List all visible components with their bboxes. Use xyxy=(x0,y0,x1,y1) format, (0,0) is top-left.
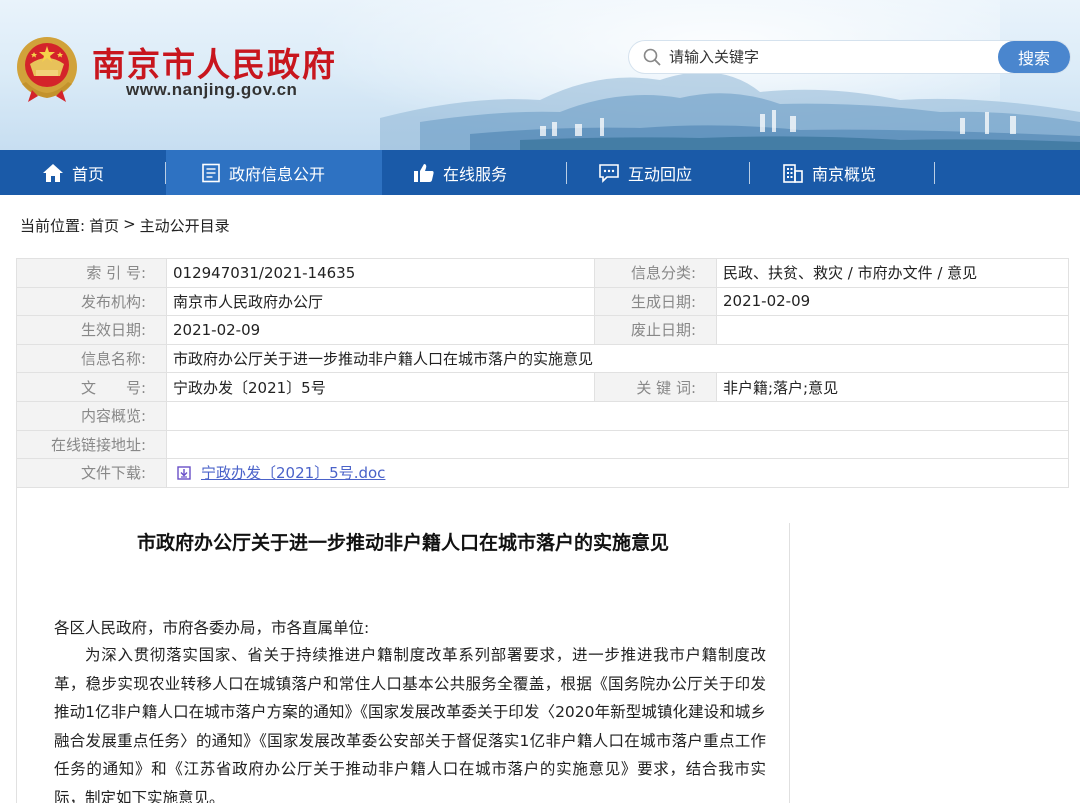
nav-item-interaction[interactable]: 互动回应 xyxy=(598,150,692,195)
nav-item-nanjing-overview[interactable]: 南京概览 xyxy=(782,150,876,195)
search-button[interactable]: 搜索 xyxy=(998,41,1070,73)
effective-date-label: 生效日期: xyxy=(16,315,167,345)
keywords-value: 非户籍;落户;意见 xyxy=(716,372,1069,402)
search-bar: 搜索 xyxy=(629,41,1070,73)
online-link-label: 在线链接地址: xyxy=(16,429,167,460)
category-label: 信息分类: xyxy=(594,258,717,288)
repeal-date-label: 废止日期: xyxy=(594,315,717,345)
home-icon xyxy=(43,163,63,182)
article-salutation: 各区人民政府，市府各委办局，市各直属单位: xyxy=(54,619,370,637)
download-label: 文件下载: xyxy=(16,458,167,488)
index-label: 索 引 号: xyxy=(16,258,167,288)
chat-icon xyxy=(599,163,619,183)
info-row: 信息名称: 市政府办公厅关于进一步推动非户籍人口在城市落户的实施意见 xyxy=(16,343,1069,374)
publisher-label: 发布机构: xyxy=(16,286,167,317)
nav-label-home: 首页 xyxy=(72,164,105,184)
breadcrumb: 当前位置: 首页 > 主动公开目录 xyxy=(20,215,230,236)
breadcrumb-separator: > xyxy=(123,215,136,233)
created-date-value: 2021-02-09 xyxy=(716,286,1069,317)
download-cell: 宁政办发〔2021〕5号.doc xyxy=(166,458,1069,488)
nav-label-online-service: 在线服务 xyxy=(443,164,508,184)
info-row: 内容概览: xyxy=(16,400,1069,431)
category-value: 民政、扶贫、救灾 / 市府办文件 / 意见 xyxy=(716,258,1069,288)
article-paragraph: 为深入贯彻落实国家、省关于持续推进户籍制度改革系列部署要求，进一步推进我市户籍制… xyxy=(54,646,766,803)
info-name-label: 信息名称: xyxy=(16,343,167,374)
document-icon xyxy=(202,163,220,182)
index-value: 012947031/2021-14635 xyxy=(166,258,595,288)
info-row: 文件下载: 宁政办发〔2021〕5号.doc xyxy=(16,458,1069,488)
main-nav: 首页 政府信息公开 在线服务 互动回应 南京概览 xyxy=(0,150,1080,195)
site-header: 南京市人民政府 www.nanjing.gov.cn 搜索 xyxy=(0,0,1080,150)
nav-item-home[interactable]: 首页 xyxy=(42,150,104,195)
breadcrumb-current[interactable]: 主动公开目录 xyxy=(140,215,230,236)
thumbs-up-icon xyxy=(414,163,434,182)
document-info-table: 索 引 号: 012947031/2021-14635 信息分类: 民政、扶贫、… xyxy=(16,258,1069,488)
breadcrumb-prefix: 当前位置: xyxy=(20,217,86,235)
publisher-value: 南京市人民政府办公厅 xyxy=(166,286,595,317)
summary-value xyxy=(166,400,1069,431)
nav-divider xyxy=(749,162,750,184)
download-link[interactable]: 宁政办发〔2021〕5号.doc xyxy=(201,464,385,482)
column-divider xyxy=(789,523,790,803)
nav-divider xyxy=(934,162,935,184)
info-name-value: 市政府办公厅关于进一步推动非户籍人口在城市落户的实施意见 xyxy=(166,343,1069,374)
info-row: 索 引 号: 012947031/2021-14635 信息分类: 民政、扶贫、… xyxy=(16,258,1069,288)
info-row: 文 号: 宁政办发〔2021〕5号 关 键 词: 非户籍;落户;意见 xyxy=(16,372,1069,402)
info-row: 在线链接地址: xyxy=(16,429,1069,460)
search-input[interactable] xyxy=(669,41,989,73)
article-body: 市政府办公厅关于进一步推动非户籍人口在城市落户的实施意见 各区人民政府，市府各委… xyxy=(16,487,1069,803)
online-link-value xyxy=(166,429,1069,460)
breadcrumb-home[interactable]: 首页 xyxy=(89,215,119,236)
info-row: 生效日期: 2021-02-09 废止日期: xyxy=(16,315,1069,345)
nav-item-online-service[interactable]: 在线服务 xyxy=(413,150,507,195)
nav-label-gov-info: 政府信息公开 xyxy=(229,164,326,184)
created-date-label: 生成日期: xyxy=(594,286,717,317)
doc-number-value: 宁政办发〔2021〕5号 xyxy=(166,372,595,402)
search-icon xyxy=(643,48,661,66)
info-row: 发布机构: 南京市人民政府办公厅 生成日期: 2021-02-09 xyxy=(16,286,1069,317)
doc-number-label: 文 号: xyxy=(16,372,167,402)
summary-label: 内容概览: xyxy=(16,400,167,431)
site-title: 南京市人民政府 xyxy=(92,45,337,84)
article-title: 市政府办公厅关于进一步推动非户籍人口在城市落户的实施意见 xyxy=(136,532,669,554)
building-icon xyxy=(783,163,803,183)
repeal-date-value xyxy=(716,315,1069,345)
site-url: www.nanjing.gov.cn xyxy=(126,80,298,99)
effective-date-value: 2021-02-09 xyxy=(166,315,595,345)
national-emblem-icon xyxy=(17,37,77,102)
download-icon xyxy=(177,466,191,481)
nav-item-gov-info[interactable]: 政府信息公开 xyxy=(166,150,382,195)
nav-divider xyxy=(566,162,567,184)
nav-label-nanjing-overview: 南京概览 xyxy=(812,164,877,184)
keywords-label: 关 键 词: xyxy=(594,372,717,402)
nav-label-interaction: 互动回应 xyxy=(628,164,693,184)
